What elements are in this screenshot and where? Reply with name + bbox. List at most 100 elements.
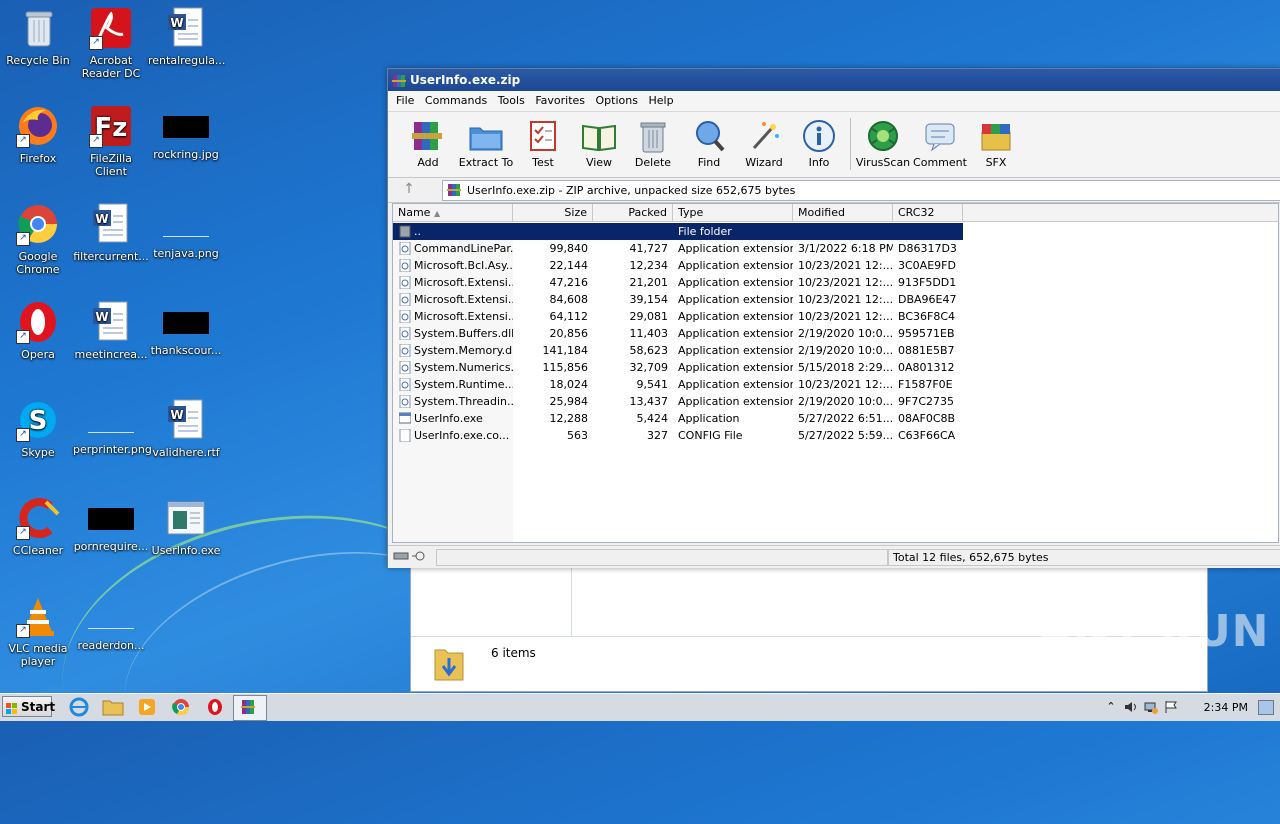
find-button[interactable]: Find [679,116,739,169]
desktop-icon-filezilla[interactable]: Fz ↗ FileZilla Client [73,104,149,178]
menu-help[interactable]: Help [648,94,673,107]
desktop-icon-filtercurrent[interactable]: W filtercurrent... [73,202,149,263]
table-row[interactable]: System.Memory.dll 141,184 58,623 Applicatio… [393,342,963,359]
table-row[interactable]: UserInfo.exe 12,288 5,424 Application 5/27/2… [393,410,963,427]
column-header-size[interactable]: Size [513,204,593,221]
table-row[interactable]: System.Buffers.dll 20,856 11,403 Applicatio… [393,325,963,342]
virusscan-button[interactable]: VirusScan [853,116,913,169]
info-button[interactable]: Info [789,116,849,169]
desktop-icon-acrobat[interactable]: ↗ Acrobat Reader DC [73,6,149,80]
delete-button[interactable]: Delete [623,116,683,169]
cell-type: Application extension [678,242,793,255]
desktop-icon-ccleaner[interactable]: ↗ CCleaner [0,496,76,557]
menu-file[interactable]: File [396,94,414,107]
tray-expand-icon[interactable]: ⌃ [1104,700,1118,714]
desktop-icon-rentalregula[interactable]: W rentalregula... [148,6,225,67]
extract-to-button[interactable]: Extract To [456,116,516,169]
desktop-icon-label: rockring.jpg [153,148,219,161]
menu-bar: File Commands Tools Favorites Options He… [388,91,1280,111]
cell-packed: 29,081 [629,310,669,323]
desktop-icon-rockring[interactable]: rockring.jpg [148,104,224,161]
table-row[interactable]: UserInfo.exe.co... 563 327 CONFIG File 5/27/… [393,427,963,444]
test-button[interactable]: Test [513,116,573,169]
table-row[interactable]: System.Threadin... 25,984 13,437 Applicatio… [393,393,963,410]
desktop-icon-firefox[interactable]: ↗ Firefox [0,104,76,165]
svg-text:W: W [95,310,108,324]
table-row[interactable]: System.Runtime.... 18,024 9,541 Application… [393,376,963,393]
desktop-icon-thankscour[interactable]: thankscour... [148,300,224,357]
table-row[interactable]: System.Numerics.... 115,856 32,709 Applicat… [393,359,963,376]
start-button[interactable]: Start [2,696,55,717]
show-desktop-button[interactable] [1258,700,1274,715]
taskbar-clock[interactable]: 2:34 PM [1204,694,1248,721]
cell-crc: 3C0AE9FD [898,259,956,272]
wizard-button[interactable]: Wizard [734,116,794,169]
winrar-taskbar-button[interactable] [233,695,267,721]
menu-options[interactable]: Options [596,94,638,107]
shortcut-arrow-icon: ↗ [16,134,30,148]
desktop-icon-skype[interactable]: S ↗ Skype [0,398,76,459]
skype-icon: S ↗ [16,398,60,442]
desktop-icon-perprinter[interactable]: perprinter.png [73,398,152,456]
comment-button[interactable]: Comment [910,116,970,169]
add-archive-icon [412,122,442,150]
window-title-bar[interactable]: UserInfo.exe.zip [388,69,1280,91]
up-arrow-icon[interactable]: ↑ [398,181,420,199]
table-row[interactable]: Microsoft.Extensi... 47,216 21,201 Applicat… [393,274,963,291]
column-header-packed[interactable]: Packed [593,204,673,221]
add-button[interactable]: Add [398,116,458,169]
filezilla-icon: Fz ↗ [89,104,133,148]
desktop-icon-vlc[interactable]: ↗ VLC media player [0,594,76,668]
desktop-icon-tenjava[interactable]: tenjava.png [148,202,224,260]
desktop-icon-pornrequire[interactable]: pornrequire... [73,496,149,553]
winrar-window[interactable]: UserInfo.exe.zip File Commands Tools Fav… [387,68,1280,568]
network-icon[interactable] [1144,700,1158,714]
cell-name: System.Threadin... [414,395,513,408]
desktop-icon-userinfo-exe[interactable]: UserInfo.exe [148,496,224,557]
cell-packed: 41,727 [629,242,669,255]
column-header-crc32[interactable]: CRC32 [893,204,963,221]
menu-favorites[interactable]: Favorites [535,94,585,107]
column-header-name[interactable]: Name ▲ [393,204,513,221]
cell-packed: 39,154 [629,293,669,306]
desktop-icon-meetincrea[interactable]: W meetincrea... [73,300,149,361]
cell-name: Microsoft.Extensi... [414,276,513,289]
column-header-type[interactable]: Type [673,204,793,221]
internet-explorer-icon[interactable] [68,697,90,717]
opera-taskbar-icon[interactable] [204,697,226,717]
column-header-modified[interactable]: Modified [793,204,893,221]
address-text: UserInfo.exe.zip - ZIP archive, unpacked… [467,184,796,197]
menu-commands[interactable]: Commands [425,94,487,107]
file-explorer-icon[interactable] [102,697,124,717]
desktop-icon-recycle-bin[interactable]: Recycle Bin [0,6,76,67]
view-button[interactable]: View [569,116,629,169]
desktop-icon-readerdon[interactable]: readerdon... [73,594,149,652]
shortcut-arrow-icon: ↗ [16,232,30,246]
shortcut-arrow-icon: ↗ [16,526,30,540]
file-list[interactable]: Name ▲ Size Packed Type Modified CRC32 .… [392,203,1279,543]
view-label: View [585,156,613,169]
virusscan-label: VirusScan [855,156,911,169]
desktop-icon-chrome[interactable]: ↗ Google Chrome [0,202,76,276]
desktop-icon-validhere[interactable]: W validhere.rtf [148,398,224,459]
table-row[interactable]: Microsoft.Bcl.Asy... 22,144 12,234 Applicat… [393,257,963,274]
extract-to-label: Extract To [458,156,514,169]
address-field[interactable]: UserInfo.exe.zip - ZIP archive, unpacked… [442,180,1280,201]
table-row[interactable]: CommandLinePar... 99,840 41,727 Application… [393,240,963,257]
redacted-file-icon [88,508,134,530]
action-center-flag-icon[interactable] [1164,700,1178,714]
anyrun-watermark: ANY RUN [1038,606,1270,657]
svg-text:W: W [95,212,108,226]
table-row[interactable]: Microsoft.Extensi... 64,112 29,081 Applicat… [393,308,963,325]
volume-icon[interactable] [1124,700,1138,714]
chrome-taskbar-icon[interactable] [170,697,192,717]
table-row[interactable]: Microsoft.Extensi... 84,608 39,154 Applicat… [393,291,963,308]
desktop-icon-opera[interactable]: ↗ Opera [0,300,76,361]
table-row[interactable]: .. File folder [393,223,963,240]
cell-modified: 5/27/2022 6:51... [798,412,893,425]
sfx-button[interactable]: SFX [966,116,1026,169]
folder-download-icon [433,642,465,682]
toolbar-separator [850,118,851,170]
media-player-icon[interactable] [136,697,158,717]
menu-tools[interactable]: Tools [498,94,525,107]
